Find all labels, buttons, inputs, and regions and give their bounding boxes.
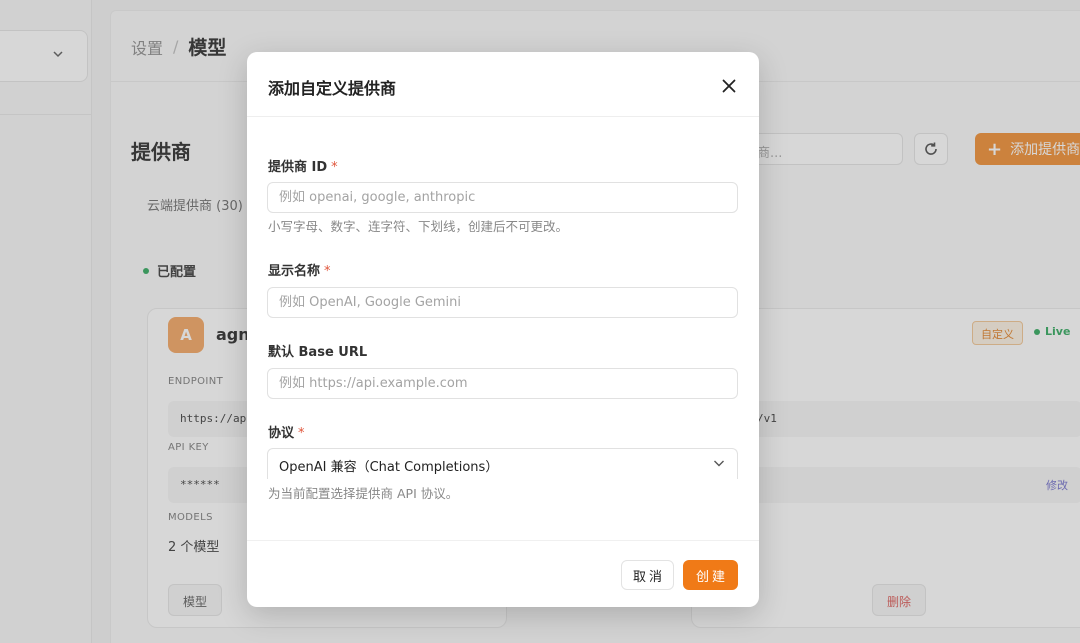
required-mark: *: [324, 264, 331, 279]
required-mark: *: [298, 426, 305, 441]
divider: [247, 540, 759, 541]
close-button[interactable]: [717, 74, 741, 98]
provider-id-hint: 小写字母、数字、连字符、下划线，创建后不可更改。: [268, 219, 569, 234]
provider-id-label: 提供商 ID *: [268, 156, 338, 175]
close-icon: [722, 79, 736, 93]
provider-id-input[interactable]: [267, 182, 738, 213]
modal-title: 添加自定义提供商: [268, 79, 397, 98]
chevron-down-icon: [714, 460, 724, 467]
required-mark: *: [331, 160, 338, 175]
display-name-label-text: 显示名称: [268, 264, 321, 279]
create-button[interactable]: 创建: [683, 560, 738, 590]
modal-header: 添加自定义提供商: [247, 52, 759, 117]
display-name-input[interactable]: [267, 287, 738, 318]
base-url-input[interactable]: [267, 368, 738, 399]
protocol-label-text: 协议: [268, 426, 295, 441]
protocol-hint: 为当前配置选择提供商 API 协议。: [268, 486, 459, 501]
display-name-label: 显示名称 *: [268, 260, 331, 279]
protocol-select[interactable]: OpenAI 兼容（Chat Completions）: [267, 448, 738, 479]
protocol-selected-value: OpenAI 兼容（Chat Completions）: [279, 460, 499, 475]
protocol-label: 协议 *: [268, 422, 305, 441]
add-custom-provider-dialog: 添加自定义提供商 提供商 ID* 小写字母、数字、连字符、下划线，创建后不可更改…: [247, 52, 759, 607]
provider-id-label-text: 提供商 ID: [268, 160, 328, 175]
base-url-label: 默认 Base URL: [268, 345, 368, 360]
cancel-button[interactable]: 取消: [621, 560, 674, 590]
